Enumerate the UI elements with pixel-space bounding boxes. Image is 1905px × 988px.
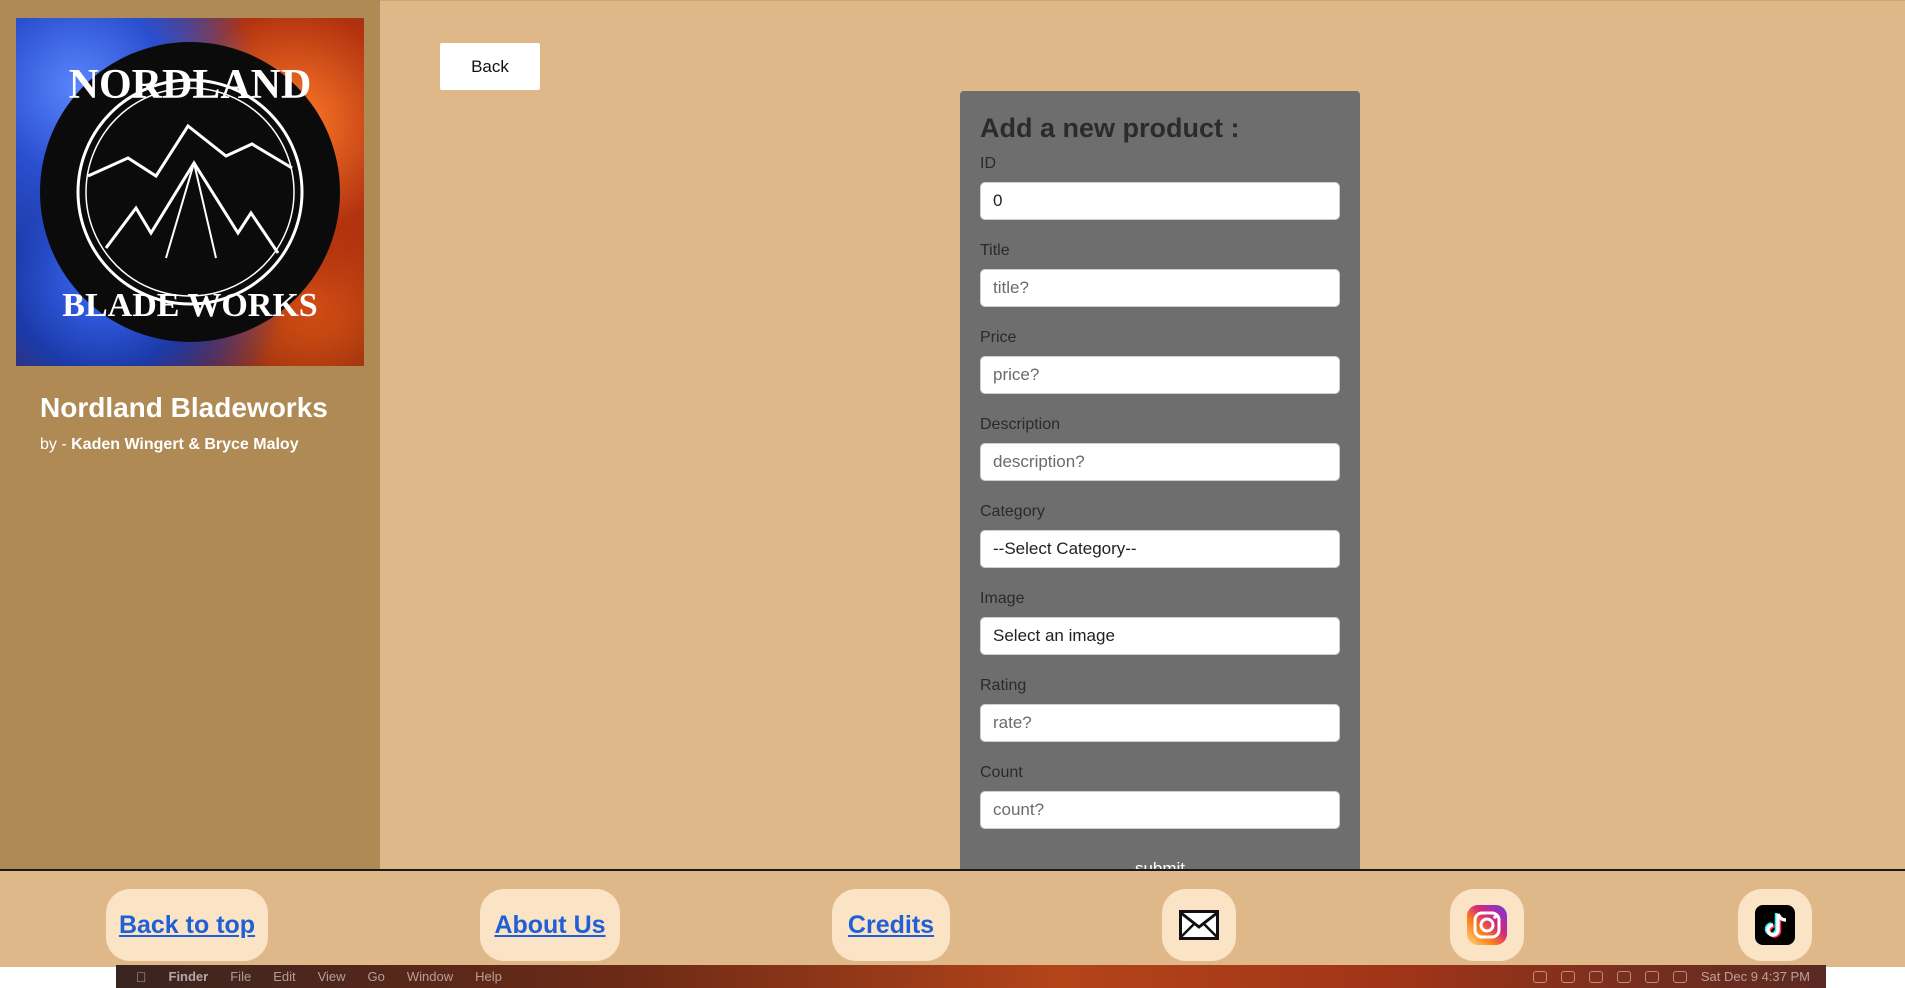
footer: Back to top About Us Credits bbox=[0, 869, 1905, 967]
status-icon[interactable] bbox=[1560, 970, 1575, 983]
add-product-form: Add a new product : ID Title Price Descr… bbox=[960, 91, 1360, 881]
menubar-go[interactable]: Go bbox=[368, 969, 385, 984]
title-field-group: Title bbox=[980, 242, 1340, 307]
title-input[interactable] bbox=[980, 269, 1340, 307]
menubar-edit[interactable]: Edit bbox=[273, 969, 295, 984]
wifi-icon[interactable] bbox=[1644, 970, 1659, 983]
logo-emblem-icon: NORDLAND BLADE WORKS bbox=[40, 42, 340, 342]
category-field-group: Category --Select Category-- bbox=[980, 503, 1340, 568]
category-label: Category bbox=[980, 503, 1045, 520]
count-label: Count bbox=[980, 764, 1023, 781]
menubar-help[interactable]: Help bbox=[475, 969, 502, 984]
description-input[interactable] bbox=[980, 443, 1340, 481]
tiktok-icon bbox=[1755, 905, 1795, 945]
brand-byline: by - Kaden Wingert & Bryce Maloy bbox=[40, 436, 299, 454]
credits-link[interactable]: Credits bbox=[848, 911, 934, 940]
back-button[interactable]: Back bbox=[440, 43, 540, 90]
description-field-group: Description bbox=[980, 416, 1340, 481]
count-input[interactable] bbox=[980, 791, 1340, 829]
back-to-top-link[interactable]: Back to top bbox=[119, 911, 255, 940]
form-heading: Add a new product : bbox=[980, 113, 1240, 143]
mail-button[interactable] bbox=[1162, 889, 1236, 961]
id-field-group: ID bbox=[980, 155, 1340, 220]
price-label: Price bbox=[980, 329, 1017, 346]
menubar-file[interactable]: File bbox=[230, 969, 251, 984]
instagram-button[interactable] bbox=[1450, 889, 1524, 961]
id-input[interactable] bbox=[980, 182, 1340, 220]
menubar-view[interactable]: View bbox=[318, 969, 346, 984]
status-icon[interactable] bbox=[1532, 970, 1547, 983]
about-us-link[interactable]: About Us bbox=[494, 911, 605, 940]
mail-icon bbox=[1179, 910, 1219, 940]
image-selected-value: Select an image bbox=[993, 626, 1115, 645]
svg-text:NORDLAND: NORDLAND bbox=[69, 62, 312, 108]
status-icon[interactable] bbox=[1616, 970, 1631, 983]
svg-text:BLADE WORKS: BLADE WORKS bbox=[62, 287, 317, 324]
back-to-top-pill: Back to top bbox=[106, 889, 268, 961]
count-field-group: Count bbox=[980, 764, 1340, 829]
menubar-status-area: Sat Dec 9 4:37 PM bbox=[1532, 969, 1826, 984]
tiktok-button[interactable] bbox=[1738, 889, 1812, 961]
sidebar: NORDLAND BLADE WORKS Nordland Bladeworks… bbox=[0, 0, 380, 869]
os-menubar:  Finder File Edit View Go Window Help S… bbox=[116, 965, 1826, 988]
price-field-group: Price bbox=[980, 329, 1340, 394]
byline-prefix: by - bbox=[40, 436, 67, 453]
title-label: Title bbox=[980, 242, 1010, 259]
category-selected-value: --Select Category-- bbox=[993, 539, 1137, 558]
menubar-left:  Finder File Edit View Go Window Help bbox=[116, 969, 502, 985]
image-field-group: Image Select an image bbox=[980, 590, 1340, 655]
category-select[interactable]: --Select Category-- bbox=[980, 530, 1340, 568]
price-input[interactable] bbox=[980, 356, 1340, 394]
rating-label: Rating bbox=[980, 677, 1027, 694]
page: NORDLAND BLADE WORKS Nordland Bladeworks… bbox=[0, 0, 1905, 988]
image-select[interactable]: Select an image bbox=[980, 617, 1340, 655]
byline-authors: Kaden Wingert & Bryce Maloy bbox=[71, 436, 299, 453]
rating-field-group: Rating bbox=[980, 677, 1340, 742]
menubar-window[interactable]: Window bbox=[407, 969, 453, 984]
main-content: Back Add a new product : ID Title Price … bbox=[380, 0, 1905, 881]
nordland-bladeworks-logo: NORDLAND BLADE WORKS bbox=[16, 18, 364, 366]
image-label: Image bbox=[980, 590, 1025, 607]
credits-pill: Credits bbox=[832, 889, 950, 961]
rating-input[interactable] bbox=[980, 704, 1340, 742]
search-icon[interactable] bbox=[1672, 970, 1687, 983]
description-label: Description bbox=[980, 416, 1061, 433]
instagram-icon bbox=[1467, 905, 1507, 945]
apple-menu-icon[interactable]:  bbox=[136, 969, 147, 985]
menubar-app-name[interactable]: Finder bbox=[169, 969, 209, 984]
status-icon[interactable] bbox=[1588, 970, 1603, 983]
menubar-clock[interactable]: Sat Dec 9 4:37 PM bbox=[1701, 969, 1810, 984]
about-us-pill: About Us bbox=[480, 889, 620, 961]
brand-title: Nordland Bladeworks bbox=[40, 392, 328, 423]
id-label: ID bbox=[980, 155, 996, 172]
